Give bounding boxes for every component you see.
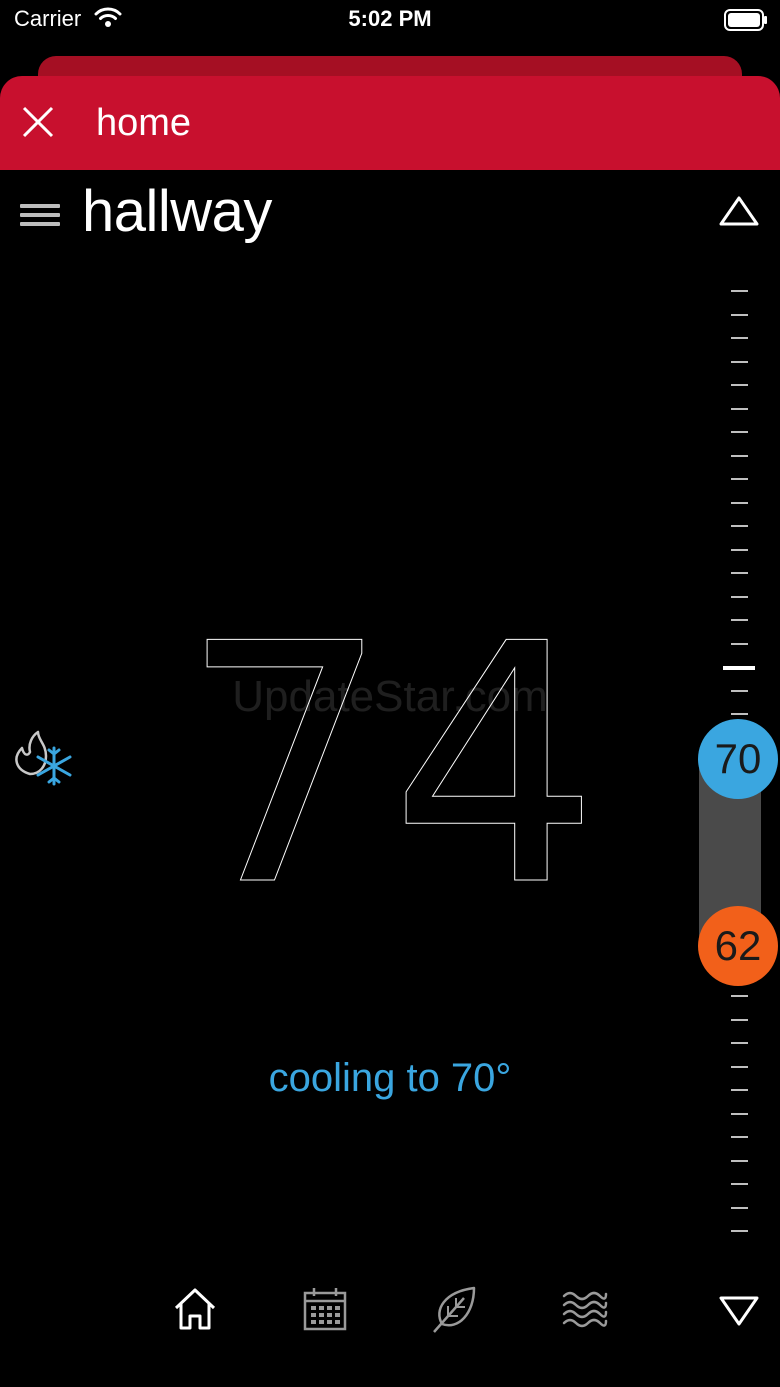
scale-tick <box>731 1183 748 1185</box>
scale-tick <box>731 478 748 480</box>
scale-tick <box>731 384 748 386</box>
scale-tick <box>731 1089 748 1091</box>
increase-arrow-icon[interactable] <box>716 190 762 234</box>
scale-tick <box>731 713 748 715</box>
svg-text:74: 74 <box>180 580 600 910</box>
battery-icon <box>724 9 767 31</box>
waves-icon[interactable] <box>560 1284 610 1334</box>
scale-tick <box>731 337 748 339</box>
scale-tick <box>731 1112 748 1115</box>
scale-tick <box>731 642 748 645</box>
status-text: cooling to 70° <box>268 1056 512 1100</box>
scale-tick <box>731 1159 748 1162</box>
status-bar: Carrier 5:02 PM <box>0 0 780 40</box>
status-time: 5:02 PM <box>348 6 432 31</box>
scale-tick <box>731 501 748 504</box>
scale-tick <box>731 407 748 410</box>
menu-icon[interactable] <box>20 196 62 232</box>
scale-tick <box>731 1230 748 1232</box>
scale-tick <box>731 360 748 363</box>
decrease-arrow-icon[interactable] <box>716 1288 762 1332</box>
scale-tick <box>731 1206 748 1209</box>
scale-tick <box>731 1042 748 1044</box>
scale-tick <box>731 689 748 692</box>
scale-tick <box>731 290 748 292</box>
temperature-scale[interactable]: 70 62 <box>680 270 780 1250</box>
scale-tick <box>731 1065 748 1068</box>
close-icon[interactable] <box>16 100 60 144</box>
scale-tick <box>731 1136 748 1138</box>
home-icon[interactable] <box>170 1284 220 1334</box>
scale-tick <box>731 572 748 574</box>
cool-setpoint-handle[interactable]: 70 <box>698 719 778 799</box>
scale-tick <box>731 313 748 316</box>
scale-tick <box>731 595 748 598</box>
heat-setpoint-handle[interactable]: 62 <box>698 906 778 986</box>
scale-tick <box>731 525 748 527</box>
scale-tick <box>731 431 748 433</box>
scale-tick <box>731 548 748 551</box>
flame-snowflake-icon[interactable] <box>8 726 74 790</box>
heat-setpoint-value: 62 <box>714 922 762 969</box>
calendar-icon[interactable] <box>300 1284 350 1334</box>
current-temp-tick <box>723 666 755 670</box>
header-title: home <box>96 102 192 144</box>
leaf-icon[interactable] <box>430 1284 480 1334</box>
scale-tick <box>731 1018 748 1021</box>
current-temperature: 74 <box>180 580 601 910</box>
cool-setpoint-value: 70 <box>714 735 762 782</box>
scale-tick <box>731 619 748 621</box>
room-name: hallway <box>82 179 272 244</box>
scale-tick <box>731 454 748 457</box>
scale-tick <box>731 995 748 997</box>
